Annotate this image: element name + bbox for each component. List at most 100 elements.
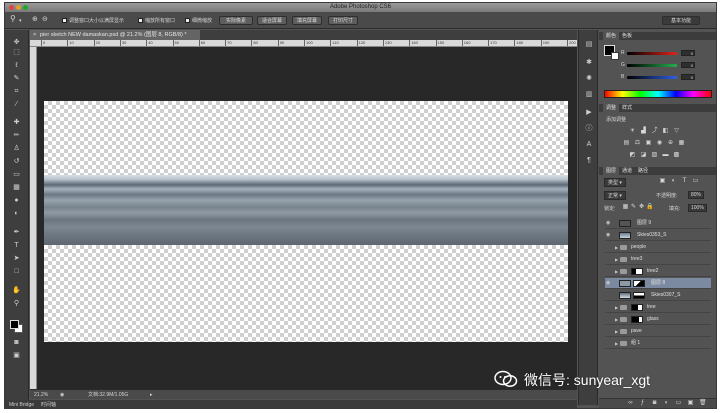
- lock-transparency-icon[interactable]: ▦: [622, 204, 629, 211]
- lock-pixels-icon[interactable]: ✎: [630, 204, 637, 211]
- zoom-window-button[interactable]: [23, 5, 28, 10]
- mini-bridge-tab[interactable]: Mini Bridge: [9, 400, 34, 408]
- actions-panel-icon[interactable]: ▶: [584, 108, 594, 117]
- workspace-switcher[interactable]: 基本功能: [662, 16, 700, 25]
- zoom-in-icon[interactable]: ⊕: [32, 16, 38, 24]
- zoom-level[interactable]: 21.2%: [34, 390, 48, 400]
- vibrance-adjust-icon[interactable]: ▽: [673, 128, 680, 135]
- actual-pixels-button[interactable]: 实际像素: [219, 16, 253, 25]
- scrubby-zoom-checkbox[interactable]: [185, 18, 190, 24]
- expand-arrow-icon[interactable]: ▶: [615, 302, 618, 313]
- eraser-tool-icon[interactable]: ▭: [11, 170, 22, 179]
- pen-tool-icon[interactable]: ✒: [11, 228, 22, 237]
- paragraph-panel-icon[interactable]: ¶: [584, 156, 594, 165]
- photo-filter-adjust-icon[interactable]: ◉: [656, 140, 663, 147]
- resize-windows-checkbox[interactable]: [62, 18, 67, 24]
- add-mask-icon[interactable]: ◙: [651, 400, 658, 407]
- history-brush-tool-icon[interactable]: ↺: [11, 157, 22, 166]
- selective-color-adjust-icon[interactable]: ▩: [673, 152, 680, 159]
- filter-pixel-icon[interactable]: ▣: [659, 178, 666, 185]
- channel-r-value[interactable]: 0: [681, 50, 695, 56]
- print-size-button[interactable]: 打印尺寸: [328, 16, 358, 25]
- scrubby-zoom-option[interactable]: 细微缩放: [185, 17, 212, 25]
- minimize-window-button[interactable]: [16, 5, 21, 10]
- brightness-adjust-icon[interactable]: ☀: [629, 128, 636, 135]
- expand-arrow-icon[interactable]: ▶: [615, 254, 618, 265]
- clone-stamp-tool-icon[interactable]: ♙: [11, 144, 22, 153]
- fit-screen-button[interactable]: 适合屏幕: [257, 16, 287, 25]
- expand-arrow-icon[interactable]: ▶: [615, 314, 618, 325]
- quick-mask-icon[interactable]: ◙: [11, 338, 22, 347]
- hue-adjust-icon[interactable]: ▤: [623, 140, 630, 147]
- brush-tool-icon[interactable]: ✏: [11, 131, 22, 140]
- character-panel-icon[interactable]: A: [584, 140, 594, 149]
- lasso-tool-icon[interactable]: ℓ: [11, 61, 22, 70]
- layer-row[interactable]: ◉ Skies0353_S: [605, 230, 711, 241]
- layer-style-icon[interactable]: ƒ: [639, 400, 646, 407]
- threshold-adjust-icon[interactable]: ▨: [651, 152, 658, 159]
- gradient-map-adjust-icon[interactable]: ▬: [662, 152, 669, 159]
- foreground-color-swatch[interactable]: [10, 320, 19, 329]
- layer-row[interactable]: ◉ 图层 9: [605, 218, 711, 229]
- healing-brush-tool-icon[interactable]: ✚: [11, 118, 22, 127]
- eyedropper-tool-icon[interactable]: ⁄: [11, 100, 22, 109]
- color-lookup-adjust-icon[interactable]: ▦: [678, 140, 685, 147]
- new-adjustment-icon[interactable]: ◐: [663, 400, 670, 407]
- channel-b-slider[interactable]: [627, 76, 677, 79]
- tab-channels[interactable]: 通道: [619, 167, 635, 175]
- filter-type-icon[interactable]: T: [681, 178, 688, 185]
- filter-shape-icon[interactable]: ▭: [692, 178, 699, 185]
- channel-g-slider[interactable]: [627, 64, 677, 67]
- visibility-eye-icon[interactable]: ◉: [606, 230, 613, 241]
- tool-preset-chevron-icon[interactable]: ▾: [19, 17, 22, 25]
- gradient-tool-icon[interactable]: ▦: [11, 183, 22, 192]
- layer-kind-filter[interactable]: 类型 ▾: [604, 178, 626, 187]
- screen-mode-icon[interactable]: ▣: [11, 351, 22, 360]
- zoom-all-windows-option[interactable]: 缩放所有窗口: [138, 17, 175, 25]
- rectangle-tool-icon[interactable]: □: [11, 267, 22, 276]
- layer-row-selected[interactable]: ◉ 图层 8: [605, 278, 711, 289]
- tab-styles[interactable]: 样式: [619, 104, 635, 112]
- marquee-tool-icon[interactable]: ⬚: [11, 48, 22, 57]
- color-spectrum-bar[interactable]: [604, 90, 712, 98]
- zoom-all-windows-checkbox[interactable]: [138, 18, 143, 24]
- filter-adjustment-icon[interactable]: ◐: [670, 178, 677, 185]
- fill-input[interactable]: 100%: [688, 204, 707, 212]
- new-layer-icon[interactable]: ▣: [687, 400, 694, 407]
- document-tab[interactable]: × pier sketch NEW damaskan.psd @ 21.2% (…: [30, 30, 200, 40]
- lock-position-icon[interactable]: ✥: [638, 204, 645, 211]
- history-panel-icon[interactable]: ▤: [584, 40, 594, 49]
- layer-group-row[interactable]: ▶ tree: [605, 302, 711, 313]
- properties-panel-icon[interactable]: ✱: [584, 58, 594, 67]
- close-document-icon[interactable]: ×: [33, 30, 36, 40]
- color-panel-background-swatch[interactable]: [611, 52, 619, 60]
- quick-selection-tool-icon[interactable]: ✎: [11, 74, 22, 83]
- color-balance-adjust-icon[interactable]: ⚖: [634, 140, 641, 147]
- curves-adjust-icon[interactable]: ⤴: [651, 128, 658, 135]
- brush-presets-icon[interactable]: ▥: [584, 90, 594, 99]
- layer-group-row[interactable]: ▶ pave: [605, 326, 711, 337]
- black-white-adjust-icon[interactable]: ▣: [645, 140, 652, 147]
- zoom-out-icon[interactable]: ⊖: [42, 16, 48, 24]
- opacity-input[interactable]: 80%: [688, 191, 705, 199]
- link-layers-icon[interactable]: ∞: [627, 400, 634, 407]
- expand-arrow-icon[interactable]: ▶: [615, 266, 618, 277]
- expand-arrow-icon[interactable]: ▶: [615, 338, 618, 349]
- status-arrow-icon[interactable]: ▸: [150, 390, 153, 400]
- layer-group-row[interactable]: ▶ people: [605, 242, 711, 253]
- tab-paths[interactable]: 路径: [635, 167, 651, 175]
- blend-mode-select[interactable]: 正常 ▾: [604, 191, 626, 200]
- info-panel-icon[interactable]: ⓘ: [584, 124, 594, 133]
- path-selection-tool-icon[interactable]: ➤: [11, 254, 22, 263]
- channel-b-value[interactable]: 0: [681, 74, 695, 80]
- posterize-adjust-icon[interactable]: ◪: [640, 152, 647, 159]
- status-menu-icon[interactable]: ◉: [60, 390, 64, 400]
- channel-mixer-adjust-icon[interactable]: ⊕: [667, 140, 674, 147]
- tab-color[interactable]: 颜色: [603, 32, 620, 40]
- hand-tool-icon[interactable]: ✋: [11, 286, 22, 295]
- layer-group-row[interactable]: ▶ glass: [605, 314, 711, 325]
- delete-layer-icon[interactable]: 🗑: [699, 400, 707, 407]
- layer-group-row[interactable]: ▶ tree2: [605, 266, 711, 277]
- canvas-area[interactable]: [37, 47, 577, 389]
- document-canvas[interactable]: [44, 101, 568, 342]
